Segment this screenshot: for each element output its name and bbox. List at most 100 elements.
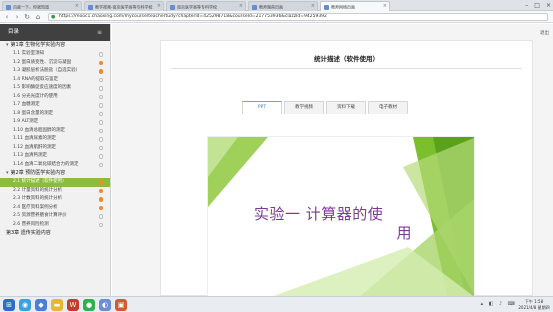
url-text: https://mooc1.chaoxing.com/mycourse/teac…	[59, 14, 327, 19]
main-content: 退出 统计描述（软件使用） PPT 教学视频 资料下载 电子教材 实验一 计算器…	[112, 24, 553, 297]
lesson-item[interactable]: 1.8 蛋白含量的测定	[0, 110, 110, 119]
browser-tab[interactable]: 教师端首页面 ×	[248, 1, 318, 11]
lesson-item[interactable]: 2.3 计数资料的统计分析	[0, 195, 110, 204]
address-bar[interactable]: ● https://mooc1.chaoxing.com/mycourse/te…	[48, 13, 548, 21]
page-title: 统计描述（软件使用）	[314, 55, 379, 63]
lesson-item[interactable]: 1.12 血清肌酐的测定	[0, 144, 110, 153]
browser-tab-active[interactable]: 教师网络页面 ×	[320, 1, 390, 11]
lesson-item[interactable]: 1.11 血清尿素的测定	[0, 135, 110, 144]
lesson-item[interactable]: 1.10 血清总胆固醇的测定	[0, 127, 110, 136]
status-dot-icon	[98, 197, 103, 202]
status-dot-icon	[98, 77, 103, 82]
window-controls: – □ ×	[525, 1, 551, 10]
forward-arrow-icon[interactable]: ›	[13, 13, 21, 21]
browser-tab[interactable]: 南京医学高等专科学校 ×	[166, 1, 246, 11]
chapter-heading[interactable]: ▾ 第2章 预防医学实验内容	[0, 169, 110, 178]
collapse-icon[interactable]: ≡	[97, 24, 102, 41]
lesson-item[interactable]: 2.5 资源营养膳食计算评价	[0, 212, 110, 221]
browser-tab[interactable]: 百度一下，你就知道 ×	[2, 1, 82, 11]
status-dot-icon	[98, 180, 103, 185]
status-dot-icon	[98, 103, 103, 108]
status-dot-icon	[98, 128, 103, 133]
chevron-down-icon: ▾	[6, 170, 9, 176]
lesson-item[interactable]: 1.1 实验室须知	[0, 50, 110, 59]
status-dot-icon	[98, 60, 103, 65]
browser-app-icon[interactable]: ◉	[19, 299, 31, 311]
status-dot-icon	[98, 222, 103, 227]
page-favicon-icon	[170, 4, 175, 10]
status-dot-icon	[98, 111, 103, 116]
lesson-item-selected[interactable]: 2.1 统计描述（软件使用）	[0, 178, 110, 187]
maximize-icon[interactable]: □	[534, 1, 540, 10]
taskbar-clock[interactable]: 下午 1:58 2021/4/8 星期四	[518, 299, 550, 310]
reload-icon[interactable]: ↻	[23, 13, 31, 21]
home-icon[interactable]: ⌂	[34, 13, 42, 21]
chapter-heading[interactable]: 第3章 遗传实验内容	[0, 229, 110, 238]
tab-ebook[interactable]: 电子教材	[368, 101, 408, 114]
sidebar-title: 目录	[8, 29, 20, 35]
browser-toolbar: ‹ › ↻ ⌂ ● https://mooc1.chaoxing.com/myc…	[0, 11, 553, 23]
status-dot-icon	[98, 188, 103, 193]
start-icon[interactable]: ⊞	[3, 299, 15, 311]
status-dot-icon	[98, 94, 103, 99]
exit-link[interactable]: 退出	[540, 30, 549, 36]
close-icon[interactable]: ×	[157, 3, 161, 10]
content-tabs: PPT 教学视频 资料下载 电子教材	[242, 101, 408, 114]
lesson-item[interactable]: 2.2 计量资料的统计分析	[0, 187, 110, 196]
back-arrow-icon[interactable]: ‹	[3, 13, 11, 21]
lesson-card: 统计描述（软件使用） PPT 教学视频 资料下载 电子教材 实验一 计算器的使 …	[160, 40, 533, 297]
divider	[171, 68, 522, 69]
lesson-item[interactable]: 2.6 营养风险检测	[0, 221, 110, 230]
course-sidebar: 目录 ≡ ▾ 第1章 生物化学实验内容 1.1 实验室须知 1.2 蛋白质变性、沉…	[0, 24, 111, 296]
browser-tab[interactable]: 教学视频-南京医学高等专科学校 ×	[84, 1, 164, 11]
status-dot-icon	[98, 154, 103, 159]
status-dot-icon	[98, 120, 103, 125]
page-favicon-icon	[324, 4, 329, 10]
sidebar-header: 目录 ≡	[0, 24, 110, 41]
close-icon[interactable]: ×	[239, 3, 243, 10]
status-dot-icon	[98, 162, 103, 167]
status-dot-icon	[98, 145, 103, 150]
lesson-item[interactable]: 1.6 分光光度计的使用	[0, 93, 110, 102]
lesson-item[interactable]: 1.13 血清钙测定	[0, 152, 110, 161]
app-icon[interactable]: ◐	[99, 299, 111, 311]
page-favicon-icon	[252, 4, 257, 10]
status-dot-icon	[98, 205, 103, 210]
page-favicon-icon	[88, 4, 93, 10]
status-dot-icon	[98, 52, 103, 57]
status-dot-icon	[98, 137, 103, 142]
app-icon[interactable]: ▣	[115, 299, 127, 311]
system-tray[interactable]: ▴ ◧ ♪ ⌨	[481, 301, 517, 307]
chapter-heading[interactable]: ▾ 第1章 生物化学实验内容	[0, 41, 110, 50]
app-icon[interactable]: ◆	[35, 299, 47, 311]
lesson-item[interactable]: 1.2 蛋白质变性、沉淀与凝固	[0, 59, 110, 68]
lesson-item[interactable]: 1.3 凝胶层析法脱盐（自选实验）	[0, 67, 110, 76]
status-dot-icon	[98, 69, 103, 74]
status-dot-icon	[98, 214, 103, 219]
minimize-icon[interactable]: –	[525, 1, 528, 10]
lesson-item[interactable]: 1.7 血糖测定	[0, 101, 110, 110]
close-window-icon[interactable]: ×	[546, 1, 551, 10]
close-icon[interactable]: ×	[383, 3, 387, 10]
lesson-item[interactable]: 1.14 血清二氧化碳结合力的测定	[0, 161, 110, 170]
close-icon[interactable]: ×	[75, 3, 79, 10]
lock-icon: ●	[51, 14, 56, 20]
ppt-viewer[interactable]: 实验一 计算器的使 用	[207, 136, 475, 297]
lesson-item[interactable]: 2.4 医疗资料案例分析	[0, 204, 110, 213]
chevron-down-icon: ▾	[6, 42, 9, 48]
lesson-item[interactable]: 1.5 影响酶促反应速度的因素	[0, 84, 110, 93]
status-dot-icon	[98, 86, 103, 91]
page-favicon-icon	[6, 4, 11, 10]
folder-icon[interactable]: ▬	[51, 299, 63, 311]
lesson-item[interactable]: 1.4 RNA的提取与鉴定	[0, 76, 110, 85]
tab-video[interactable]: 教学视频	[284, 101, 324, 114]
tab-ppt[interactable]: PPT	[242, 101, 282, 114]
lesson-item[interactable]: 1.9 ALT测定	[0, 118, 110, 127]
tab-download[interactable]: 资料下载	[326, 101, 366, 114]
slide-title: 实验一 计算器的使 用	[254, 205, 412, 242]
wps-icon[interactable]: W	[67, 299, 79, 311]
close-icon[interactable]: ×	[311, 3, 315, 10]
browser-tab-strip: 百度一下，你就知道 × 教学视频-南京医学高等专科学校 × 南京医学高等专科学校…	[0, 0, 553, 11]
wechat-icon[interactable]: ●	[83, 299, 95, 311]
windows-taskbar: ⊞ ◉ ◆ ▬ W ● ◐ ▣ ▴ ◧ ♪ ⌨ 下午 1:58 2021/4/8…	[0, 296, 553, 312]
